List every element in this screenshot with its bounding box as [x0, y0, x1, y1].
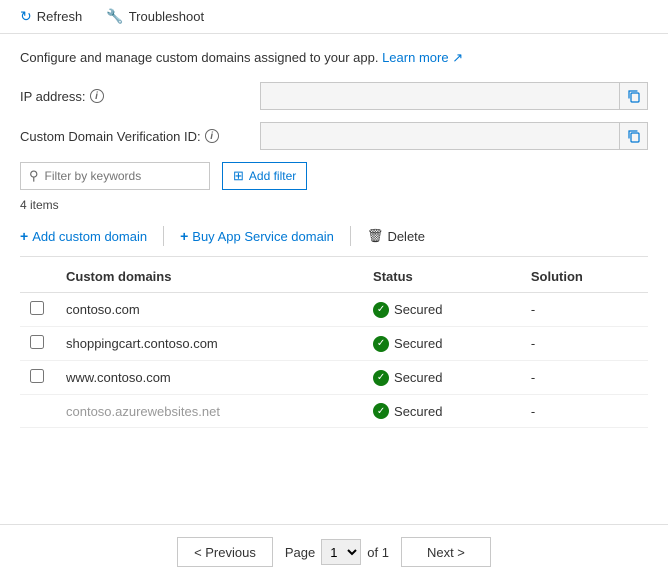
ip-address-copy-button[interactable] [619, 82, 647, 110]
verification-id-input[interactable] [261, 129, 619, 144]
domain-cell: contoso.com [56, 293, 363, 327]
page-label: Page [285, 545, 315, 560]
refresh-label: Refresh [37, 9, 83, 24]
plus-icon-1: + [20, 228, 28, 244]
ip-address-input[interactable] [261, 89, 619, 104]
status-text: Secured [394, 336, 442, 351]
learn-more-link[interactable]: Learn more ↗ [382, 50, 463, 65]
row-checkbox[interactable] [30, 335, 44, 349]
verification-id-row: Custom Domain Verification ID: i [20, 122, 648, 150]
main-content: Configure and manage custom domains assi… [0, 34, 668, 444]
refresh-icon: ↻ [20, 8, 32, 25]
delete-label: Delete [387, 229, 425, 244]
items-count: 4 items [20, 198, 648, 212]
header-custom-domains: Custom domains [56, 261, 363, 293]
table-header-row: Custom domains Status Solution [20, 261, 648, 293]
solution-cell: - [521, 395, 648, 428]
search-icon: ⚲ [29, 168, 39, 184]
add-filter-label: Add filter [249, 169, 296, 183]
toolbar: ↻ Refresh 🔧 Troubleshoot [0, 0, 668, 34]
table-row: contoso.com ✓ Secured - [20, 293, 648, 327]
row-checkbox[interactable] [30, 369, 44, 383]
domain-table: Custom domains Status Solution contoso.c… [20, 261, 648, 428]
trash-icon: 🗑 [367, 228, 384, 244]
filter-bar: ⚲ ⊞ Add filter [20, 162, 648, 190]
troubleshoot-button[interactable]: 🔧 Troubleshoot [102, 6, 208, 27]
solution-cell: - [521, 327, 648, 361]
search-input[interactable] [45, 169, 201, 183]
action-divider-1 [163, 226, 164, 246]
status-cell: ✓ Secured [363, 327, 521, 361]
previous-button[interactable]: < Previous [177, 537, 273, 567]
add-filter-button[interactable]: ⊞ Add filter [222, 162, 307, 190]
solution-cell: - [521, 293, 648, 327]
ip-address-input-wrapper [260, 82, 648, 110]
secured-icon: ✓ [373, 403, 389, 419]
ip-address-label: IP address: i [20, 89, 260, 104]
secured-icon: ✓ [373, 370, 389, 386]
row-checkbox[interactable] [30, 301, 44, 315]
header-checkbox-col [20, 261, 56, 293]
buy-app-service-domain-button[interactable]: + Buy App Service domain [168, 224, 346, 248]
page-select[interactable]: 1 [321, 539, 361, 565]
add-custom-domain-label: Add custom domain [32, 229, 147, 244]
status-text: Secured [394, 404, 442, 419]
page-info: Page 1 of 1 [285, 539, 389, 565]
verification-id-info-icon: i [205, 129, 219, 143]
page-of-label: of 1 [367, 545, 389, 560]
search-wrapper: ⚲ [20, 162, 210, 190]
status-text: Secured [394, 302, 442, 317]
filter-icon: ⊞ [233, 168, 244, 184]
header-status: Status [363, 261, 521, 293]
table-row: shoppingcart.contoso.com ✓ Secured - [20, 327, 648, 361]
action-divider-2 [350, 226, 351, 246]
buy-domain-label: Buy App Service domain [192, 229, 334, 244]
ip-address-info-icon: i [90, 89, 104, 103]
description-text: Configure and manage custom domains assi… [20, 50, 648, 66]
wrench-icon: 🔧 [106, 8, 123, 25]
action-bar: + Add custom domain + Buy App Service do… [20, 224, 648, 257]
verification-id-input-wrapper [260, 122, 648, 150]
copy-icon [627, 89, 641, 103]
plus-icon-2: + [180, 228, 188, 244]
status-cell: ✓ Secured [363, 395, 521, 428]
verification-id-copy-button[interactable] [619, 122, 647, 150]
next-button[interactable]: Next > [401, 537, 491, 567]
copy-icon-2 [627, 129, 641, 143]
add-custom-domain-button[interactable]: + Add custom domain [20, 224, 159, 248]
refresh-button[interactable]: ↻ Refresh [16, 6, 86, 27]
delete-button[interactable]: 🗑 Delete [355, 224, 437, 248]
secured-icon: ✓ [373, 336, 389, 352]
header-solution: Solution [521, 261, 648, 293]
domain-cell: www.contoso.com [56, 361, 363, 395]
table-row: www.contoso.com ✓ Secured - [20, 361, 648, 395]
status-text: Secured [394, 370, 442, 385]
domain-cell: contoso.azurewebsites.net [56, 395, 363, 428]
table-row: contoso.azurewebsites.net ✓ Secured - [20, 395, 648, 428]
pagination: < Previous Page 1 of 1 Next > [0, 524, 668, 579]
domain-cell: shoppingcart.contoso.com [56, 327, 363, 361]
secured-icon: ✓ [373, 302, 389, 318]
troubleshoot-label: Troubleshoot [129, 9, 204, 24]
verification-id-label: Custom Domain Verification ID: i [20, 129, 260, 144]
status-cell: ✓ Secured [363, 361, 521, 395]
status-cell: ✓ Secured [363, 293, 521, 327]
solution-cell: - [521, 361, 648, 395]
ip-address-row: IP address: i [20, 82, 648, 110]
